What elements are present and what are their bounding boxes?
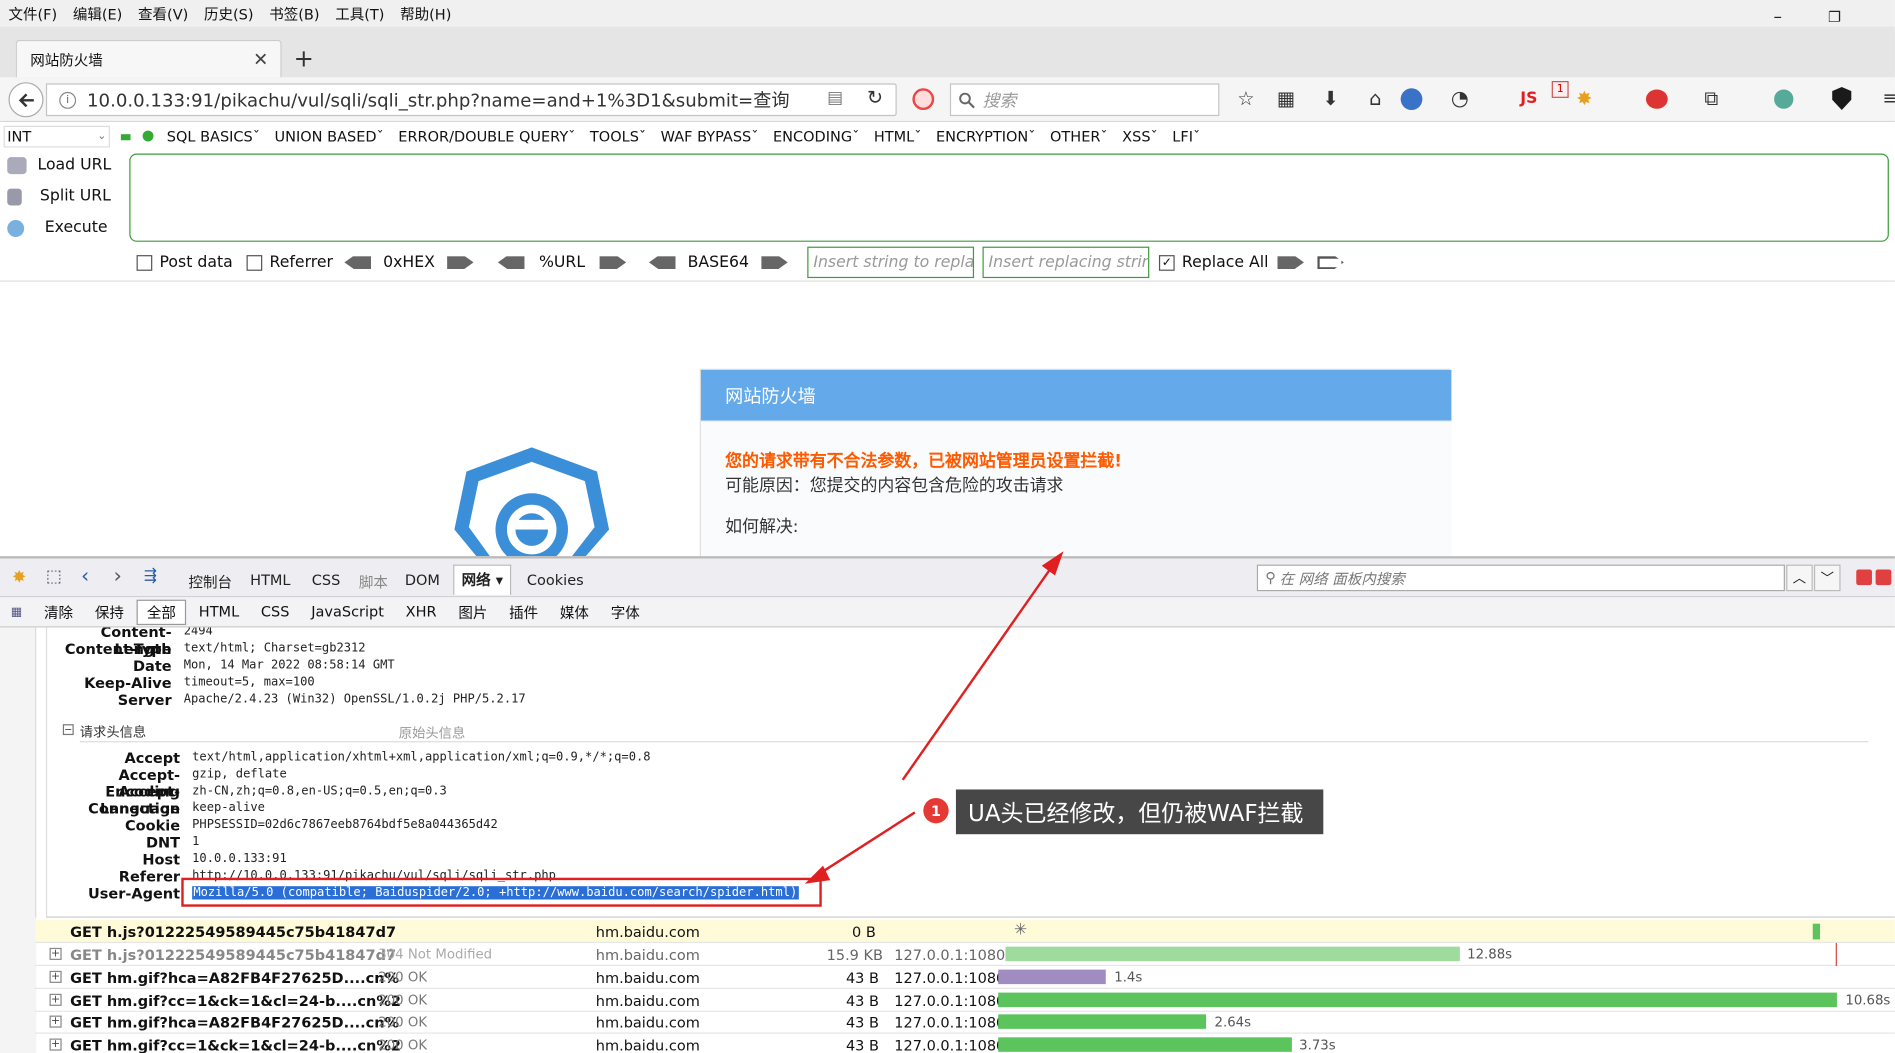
annotation-callout: UA头已经修改，但仍被WAF拦截 — [955, 789, 1324, 835]
arrow-to-waf-head — [1041, 551, 1064, 576]
arrow-to-waf-line — [901, 561, 1057, 781]
annotation-number-badge: 1 — [923, 797, 949, 824]
arrow-to-ua-line — [816, 811, 916, 877]
annotation-arrows — [804, 551, 1064, 884]
